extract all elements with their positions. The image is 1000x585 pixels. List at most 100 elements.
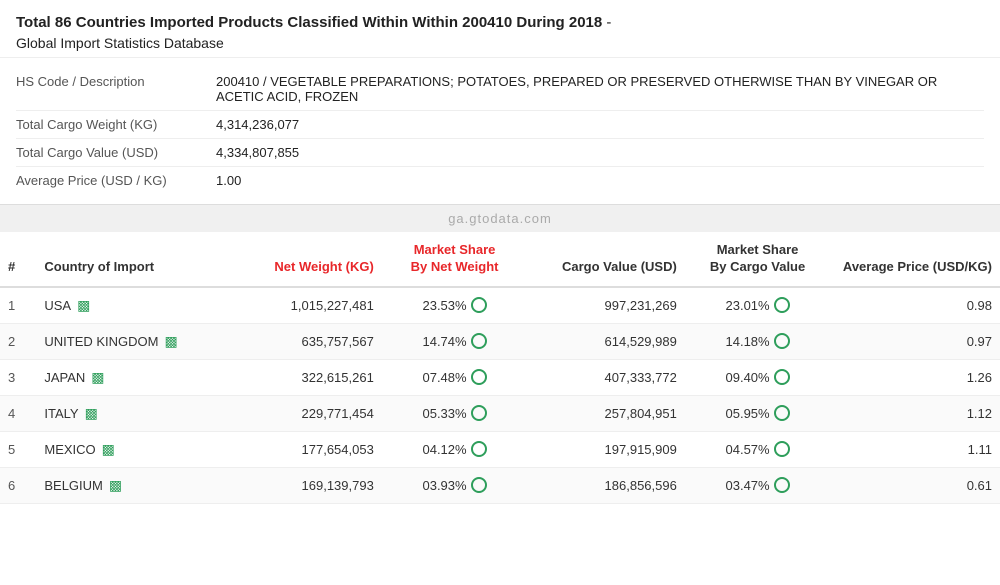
marketshare-cv-cell: 05.95%: [685, 395, 830, 431]
country-name: ITALY: [44, 406, 78, 421]
netweight-cell: 229,771,454: [236, 395, 381, 431]
table-row: 2 UNITED KINGDOM ▩ 635,757,567 14.74% 614,529…: [0, 323, 1000, 359]
cargovalue-cell: 997,231,269: [527, 287, 685, 324]
info-value: 1.00: [216, 173, 241, 188]
watermark: ga.gtodata.com: [0, 205, 1000, 232]
country-name: UNITED KINGDOM: [44, 334, 158, 349]
pie-chart-icon[interactable]: [471, 405, 487, 421]
pie-chart-cv-icon[interactable]: [774, 369, 790, 385]
netweight-cell: 322,615,261: [236, 359, 381, 395]
pie-chart-cv-icon[interactable]: [774, 441, 790, 457]
rank-cell: 1: [0, 287, 36, 324]
marketshare-cv-value: 03.47%: [726, 478, 770, 493]
col-header-cargovalue: Cargo Value (USD): [527, 232, 685, 287]
bar-chart-icon[interactable]: ▩: [102, 441, 115, 458]
import-table: #Country of ImportNet Weight (KG)Market …: [0, 232, 1000, 504]
avgprice-cell: 1.26: [830, 359, 1000, 395]
country-cell: BELGIUM ▩: [36, 467, 236, 503]
pie-chart-icon[interactable]: [471, 369, 487, 385]
table-row: 3 JAPAN ▩ 322,615,261 07.48% 407,333,772 09.40…: [0, 359, 1000, 395]
info-row: Average Price (USD / KG)1.00: [16, 167, 984, 194]
marketshare-nw-cell: 05.33%: [382, 395, 527, 431]
info-row: Total Cargo Value (USD)4,334,807,855: [16, 139, 984, 167]
table-row: 4ITALY▩229,771,45405.33%257,804,95105.95…: [0, 395, 1000, 431]
marketshare-nw-cell: 23.53%: [382, 287, 527, 324]
country-cell: MEXICO ▩: [36, 431, 236, 467]
rank-cell: 6: [0, 467, 36, 503]
country-name: MEXICO: [44, 442, 95, 457]
info-label: Total Cargo Weight (KG): [16, 117, 216, 132]
marketshare-cv-value: 14.18%: [726, 334, 770, 349]
table-row: 6 BELGIUM ▩ 169,139,793 03.93% 186,856,596 03.…: [0, 467, 1000, 503]
marketshare-cv-cell: 09.40%: [685, 359, 830, 395]
rank-cell: 3: [0, 359, 36, 395]
marketshare-cv-value: 09.40%: [726, 370, 770, 385]
cargovalue-cell: 257,804,951: [527, 395, 685, 431]
marketshare-nw-value: 07.48%: [422, 370, 466, 385]
country-cell: UNITED KINGDOM ▩: [36, 323, 236, 359]
info-value: 200410 / VEGETABLE PREPARATIONS; POTATOE…: [216, 74, 984, 104]
cargovalue-cell: 197,915,909: [527, 431, 685, 467]
marketshare-cv-value: 04.57%: [726, 442, 770, 457]
marketshare-nw-cell: 03.93%: [382, 467, 527, 503]
data-table-container: #Country of ImportNet Weight (KG)Market …: [0, 232, 1000, 504]
info-label: HS Code / Description: [16, 74, 216, 89]
bar-chart-icon[interactable]: ▩: [85, 405, 98, 422]
country-name: BELGIUM: [44, 478, 103, 493]
pie-chart-icon[interactable]: [471, 297, 487, 313]
marketshare-nw-cell: 14.74%: [382, 323, 527, 359]
col-header-marketshare_nw: Market ShareBy Net Weight: [382, 232, 527, 287]
country-name: JAPAN: [44, 370, 85, 385]
netweight-cell: 169,139,793: [236, 467, 381, 503]
info-value: 4,314,236,077: [216, 117, 299, 132]
avgprice-cell: 0.97: [830, 323, 1000, 359]
col-header-rank: #: [0, 232, 36, 287]
bar-chart-icon[interactable]: ▩: [91, 369, 104, 386]
cargovalue-cell: 186,856,596: [527, 467, 685, 503]
marketshare-nw-value: 03.93%: [422, 478, 466, 493]
info-label: Total Cargo Value (USD): [16, 145, 216, 160]
pie-chart-icon[interactable]: [471, 333, 487, 349]
marketshare-nw-value: 14.74%: [422, 334, 466, 349]
marketshare-cv-value: 05.95%: [726, 406, 770, 421]
pie-chart-cv-icon[interactable]: [774, 297, 790, 313]
netweight-cell: 1,015,227,481: [236, 287, 381, 324]
pie-chart-cv-icon[interactable]: [774, 333, 790, 349]
info-row: HS Code / Description200410 / VEGETABLE …: [16, 68, 984, 111]
rank-cell: 2: [0, 323, 36, 359]
bar-chart-icon[interactable]: ▩: [77, 297, 90, 314]
marketshare-nw-value: 23.53%: [422, 298, 466, 313]
netweight-cell: 635,757,567: [236, 323, 381, 359]
col-header-marketshare_cv: Market ShareBy Cargo Value: [685, 232, 830, 287]
avgprice-cell: 0.61: [830, 467, 1000, 503]
country-cell: JAPAN ▩: [36, 359, 236, 395]
marketshare-cv-cell: 23.01%: [685, 287, 830, 324]
marketshare-nw-cell: 04.12%: [382, 431, 527, 467]
cargovalue-cell: 614,529,989: [527, 323, 685, 359]
netweight-cell: 177,654,053: [236, 431, 381, 467]
table-row: 5 MEXICO ▩ 177,654,05304.12%197,915,909 04.5…: [0, 431, 1000, 467]
info-label: Average Price (USD / KG): [16, 173, 216, 188]
pie-chart-cv-icon[interactable]: [774, 405, 790, 421]
info-value: 4,334,807,855: [216, 145, 299, 160]
pie-chart-cv-icon[interactable]: [774, 477, 790, 493]
pie-chart-icon[interactable]: [471, 477, 487, 493]
bar-chart-icon[interactable]: ▩: [164, 333, 177, 350]
table-row: 1 USA ▩ 1,015,227,481 23.53% 997,231,269 23.01…: [0, 287, 1000, 324]
cargovalue-cell: 407,333,772: [527, 359, 685, 395]
pie-chart-icon[interactable]: [471, 441, 487, 457]
info-section: HS Code / Description200410 / VEGETABLE …: [0, 58, 1000, 205]
marketshare-cv-value: 23.01%: [726, 298, 770, 313]
info-row: Total Cargo Weight (KG)4,314,236,077: [16, 111, 984, 139]
page-header: Total 86 Countries Imported Products Cla…: [0, 0, 1000, 58]
page-subtitle: Global Import Statistics Database: [16, 35, 984, 51]
country-cell: ITALY ▩: [36, 395, 236, 431]
country-cell: USA ▩: [36, 287, 236, 324]
col-header-country: Country of Import: [36, 232, 236, 287]
avgprice-cell: 0.98: [830, 287, 1000, 324]
marketshare-cv-cell: 14.18%: [685, 323, 830, 359]
avgprice-cell: 1.12: [830, 395, 1000, 431]
bar-chart-icon[interactable]: ▩: [109, 477, 122, 494]
country-name: USA: [44, 298, 71, 313]
rank-cell: 5: [0, 431, 36, 467]
